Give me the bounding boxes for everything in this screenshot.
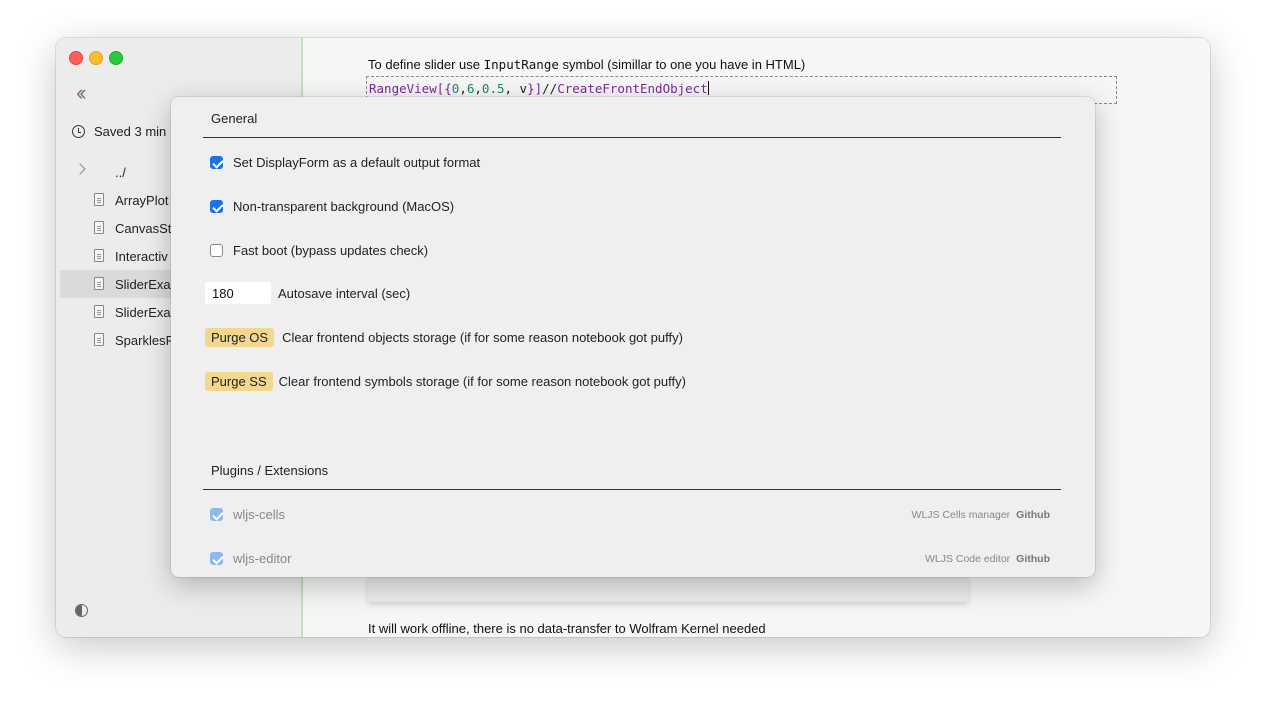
plugin-meta: WLJS Cells manager Github <box>912 509 1050 521</box>
code-comment: CreateFrontEndObject <box>557 81 708 96</box>
plugin-row: wljs-cells <box>210 507 285 522</box>
document-icon <box>94 333 104 346</box>
document-icon <box>94 305 104 318</box>
intro-text: To define slider use <box>368 57 484 72</box>
settings-dialog: General Set DisplayForm as a default out… <box>171 97 1095 577</box>
code-number: 0.5 <box>481 81 505 96</box>
autosave-label: Autosave interval (sec) <box>278 285 411 301</box>
code-function: RangeView <box>369 81 437 96</box>
save-status: Saved 3 min <box>72 124 166 139</box>
code-variable: v <box>512 81 528 96</box>
plugin-description: WLJS Cells manager <box>911 509 1011 521</box>
plugin-name: wljs-cells <box>233 507 285 522</box>
code-number: 6 <box>466 81 475 96</box>
plugin-github-link[interactable]: Github <box>1016 509 1050 521</box>
file-item-label: SliderExa <box>115 304 171 320</box>
setting-purge-ss: Purge SS Clear frontend symbols storage … <box>205 372 686 391</box>
text-cell-footer: It will work offline, there is no data-t… <box>368 621 766 636</box>
plugin-enabled-checkbox[interactable] <box>210 552 223 565</box>
setting-autosave: Autosave interval (sec) <box>205 282 410 304</box>
setting-purge-os: Purge OS Clear frontend objects storage … <box>205 328 683 347</box>
plugin-name: wljs-editor <box>233 551 292 566</box>
purge-ss-label: Clear frontend symbols storage (if for s… <box>278 374 686 389</box>
file-item-label: CanvasSt <box>115 220 172 236</box>
autosave-interval-input[interactable] <box>205 282 271 304</box>
document-icon <box>94 277 104 290</box>
fastboot-checkbox[interactable] <box>210 244 223 257</box>
plugin-meta: WLJS Code editor Github <box>925 553 1050 565</box>
section-divider <box>203 137 1061 138</box>
purge-ss-button[interactable]: Purge SS <box>205 372 273 391</box>
theme-toggle-icon[interactable] <box>75 604 88 617</box>
output-cell <box>368 575 968 602</box>
fastboot-label: Fast boot (bypass updates check) <box>233 243 429 258</box>
setting-fastboot: Fast boot (bypass updates check) <box>210 243 428 258</box>
plugin-row: wljs-editor <box>210 551 292 566</box>
section-title-general: General <box>211 111 258 126</box>
purge-os-button[interactable]: Purge OS <box>205 328 275 347</box>
chevron-right-icon <box>74 163 86 175</box>
intro-text-suffix: symbol (simillar to one you have in HTML… <box>558 57 806 72</box>
code-number: 0 <box>451 81 460 96</box>
collapse-sidebar-icon[interactable]: ‹‹ <box>76 82 86 104</box>
document-icon <box>94 193 104 206</box>
parent-directory-label: ../ <box>115 164 126 180</box>
text-cell-intro: To define slider use InputRange symbol (… <box>368 57 805 72</box>
plugin-enabled-checkbox[interactable] <box>210 508 223 521</box>
minimize-window-button[interactable] <box>89 51 103 65</box>
purge-os-label: Clear frontend objects storage (if for s… <box>282 330 683 345</box>
setting-displayform: Set DisplayForm as a default output form… <box>210 155 480 170</box>
file-item-label: SliderExa <box>115 276 171 292</box>
displayform-label: Set DisplayForm as a default output form… <box>233 155 481 170</box>
document-icon <box>94 221 104 234</box>
zoom-window-button[interactable] <box>109 51 123 65</box>
close-window-button[interactable] <box>69 51 83 65</box>
section-divider <box>203 489 1061 490</box>
code-comment-prefix: // <box>542 81 558 96</box>
file-item-label: SparklesP <box>115 332 175 348</box>
document-icon <box>94 249 104 262</box>
section-title-plugins: Plugins / Extensions <box>211 463 329 478</box>
plugin-description: WLJS Code editor <box>924 553 1011 565</box>
inline-code: InputRange <box>483 57 559 72</box>
code-bracket-close: }] <box>527 81 543 96</box>
code-bracket-open: [{ <box>436 81 452 96</box>
nontransparent-checkbox[interactable] <box>210 200 223 213</box>
setting-nontransparent: Non-transparent background (MacOS) <box>210 199 454 214</box>
clock-icon <box>72 125 85 138</box>
displayform-checkbox[interactable] <box>210 156 223 169</box>
text-caret <box>707 81 709 95</box>
file-item-label: Interactiv <box>115 248 168 264</box>
nontransparent-label: Non-transparent background (MacOS) <box>233 199 455 214</box>
plugin-github-link[interactable]: Github <box>1016 553 1050 565</box>
save-status-label: Saved 3 min <box>94 124 167 139</box>
file-item-label: ArrayPlot <box>115 192 169 208</box>
